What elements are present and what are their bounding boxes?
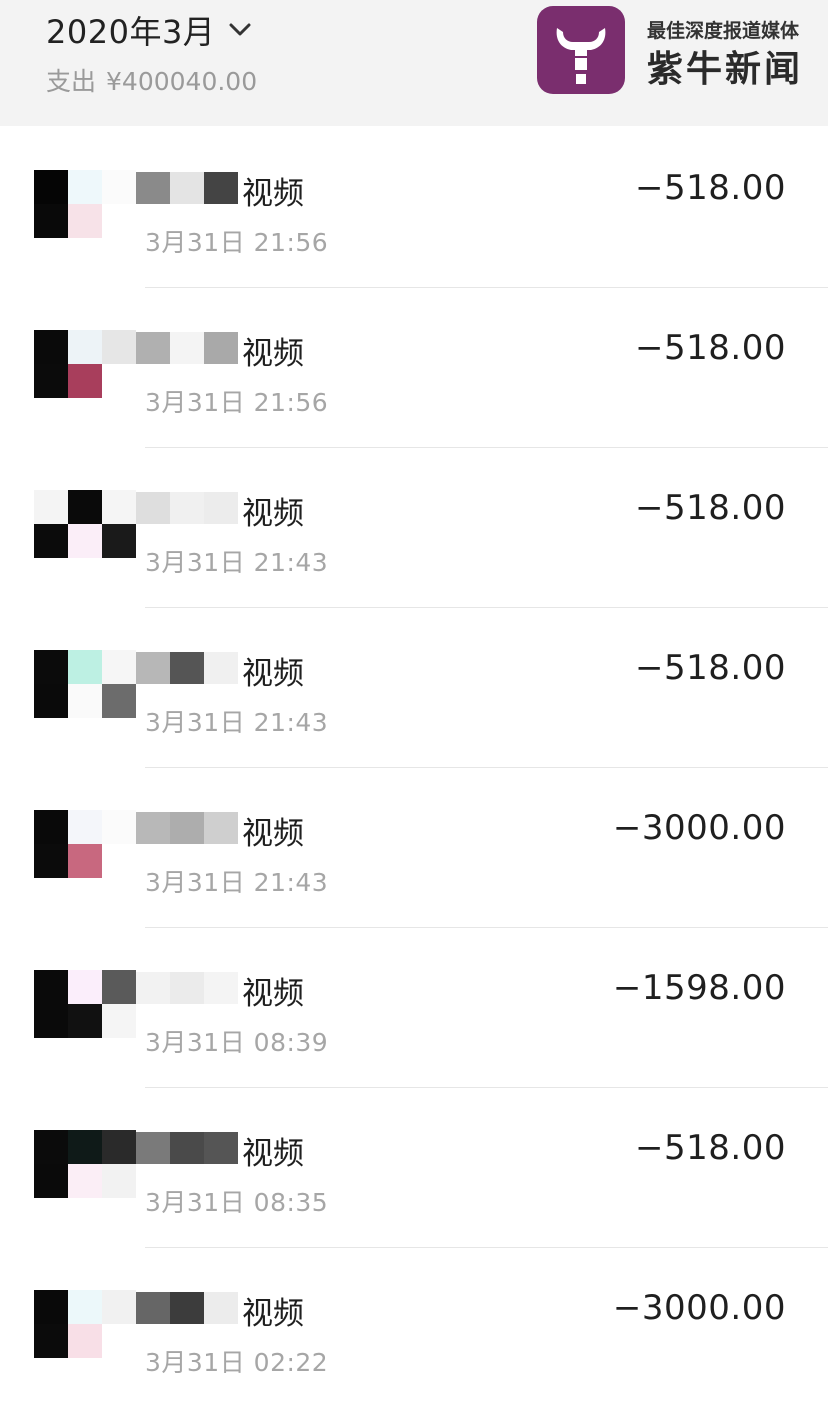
avatar <box>34 970 136 1038</box>
transaction-amount: −518.00 <box>635 328 786 368</box>
transaction-title: 视频 <box>242 1136 304 1172</box>
transaction-row[interactable]: 视频 3月31日 21:56 −518.00 <box>0 288 828 448</box>
transaction-list: 视频 3月31日 21:56 −518.00 视频 3月31日 21:56 −5… <box>0 128 828 1408</box>
expense-amount: ¥400040.00 <box>106 67 258 96</box>
transaction-time: 3月31日 08:35 <box>145 1188 329 1217</box>
watermark-name: 紫牛新闻 <box>647 49 804 90</box>
transaction-row[interactable]: 视频 3月31日 08:35 −518.00 <box>0 1088 828 1248</box>
transaction-row[interactable]: 视频 3月31日 21:56 −518.00 <box>0 128 828 288</box>
transaction-amount: −3000.00 <box>612 808 786 848</box>
blurred-name <box>136 812 240 844</box>
transaction-amount: −1598.00 <box>612 968 786 1008</box>
watermark-tagline: 最佳深度报道媒体 <box>647 20 800 42</box>
transaction-title: 视频 <box>242 176 304 212</box>
blurred-name <box>136 652 240 684</box>
transaction-time: 3月31日 08:39 <box>145 1028 329 1057</box>
avatar <box>34 650 136 718</box>
transaction-title: 视频 <box>242 1296 304 1332</box>
month-selector[interactable]: 2020年3月 <box>46 10 251 51</box>
bull-logo-icon <box>537 6 625 94</box>
chevron-down-icon <box>229 23 251 36</box>
transaction-title: 视频 <box>242 336 304 372</box>
avatar <box>34 1130 136 1198</box>
avatar <box>34 490 136 558</box>
header: 2020年3月 支出 ¥400040.00 最佳深度报道媒体 紫牛新闻 <box>0 0 828 126</box>
blurred-name <box>136 1292 240 1324</box>
blurred-name <box>136 332 240 364</box>
transaction-amount: −518.00 <box>635 168 786 208</box>
transaction-time: 3月31日 21:43 <box>145 708 329 737</box>
transaction-amount: −518.00 <box>635 648 786 688</box>
transaction-amount: −518.00 <box>635 1128 786 1168</box>
avatar <box>34 810 136 878</box>
transaction-row[interactable]: 视频 3月31日 21:43 −3000.00 <box>0 768 828 928</box>
transaction-time: 3月31日 21:56 <box>145 228 329 257</box>
month-label: 2020年3月 <box>46 13 216 51</box>
transaction-time: 3月31日 21:43 <box>145 548 329 577</box>
expense-summary: 支出 ¥400040.00 <box>46 62 267 98</box>
transaction-time: 3月31日 02:22 <box>145 1348 329 1377</box>
transaction-row[interactable]: 视频 3月31日 21:43 −518.00 <box>0 448 828 608</box>
avatar <box>34 330 136 398</box>
transaction-row[interactable]: 视频 3月31日 02:22 −3000.00 <box>0 1248 828 1408</box>
blurred-name <box>136 492 240 524</box>
transaction-row[interactable]: 视频 3月31日 21:43 −518.00 <box>0 608 828 768</box>
transaction-time: 3月31日 21:56 <box>145 388 329 417</box>
transaction-title: 视频 <box>242 816 304 852</box>
transaction-title: 视频 <box>242 496 304 532</box>
transaction-amount: −3000.00 <box>612 1288 786 1328</box>
blurred-name <box>136 1132 240 1164</box>
transaction-title: 视频 <box>242 976 304 1012</box>
avatar <box>34 1290 136 1358</box>
transaction-time: 3月31日 21:43 <box>145 868 329 897</box>
transaction-row[interactable]: 视频 3月31日 08:39 −1598.00 <box>0 928 828 1088</box>
transaction-amount: −518.00 <box>635 488 786 528</box>
avatar <box>34 170 136 238</box>
blurred-name <box>136 972 240 1004</box>
expense-label: 支出 <box>46 67 97 96</box>
blurred-name <box>136 172 240 204</box>
transaction-title: 视频 <box>242 656 304 692</box>
